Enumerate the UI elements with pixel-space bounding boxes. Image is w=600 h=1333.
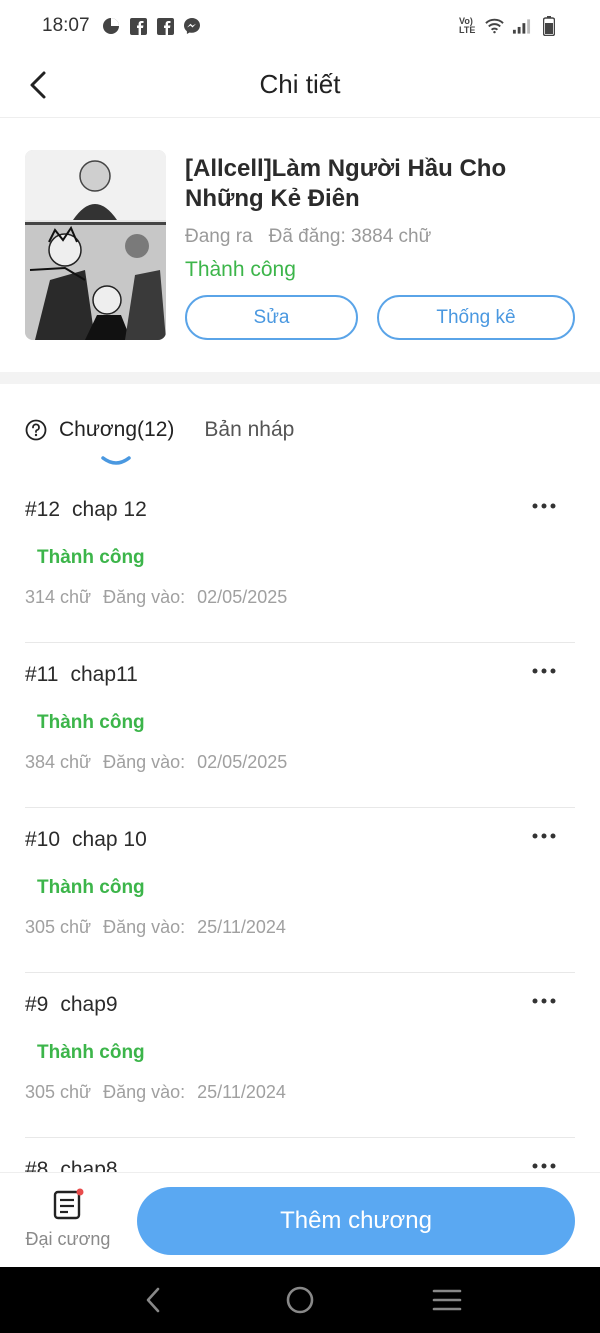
book-info: [Allcell]Làm Người Hầu Cho Những Kẻ Điên…	[25, 150, 577, 342]
signal-icon	[512, 17, 531, 36]
book-word-count: Đã đăng: 3884 chữ	[268, 226, 432, 247]
chapter-posted-label: Đăng vào:	[103, 752, 186, 772]
chapter-name: chap 12	[72, 498, 147, 521]
chapter-words: 305 chữ	[25, 917, 92, 937]
chapter-row[interactable]: #9 chap9 Thành công 305 chữ Đăng vào: 25/11…	[25, 973, 575, 1138]
outline-button[interactable]: Đại cương	[20, 1187, 116, 1257]
bottom-action-bar: Đại cương Thêm chương	[0, 1172, 600, 1267]
book-title: [Allcell]Làm Người Hầu Cho Những Kẻ Điên	[185, 155, 507, 212]
battery-icon	[539, 16, 558, 36]
chapter-row[interactable]: #8 chap8	[25, 1138, 575, 1172]
book-state: Đang ra	[185, 226, 253, 247]
pie-icon	[102, 17, 121, 36]
tab-bar: Chương(12) Bản nháp	[25, 418, 294, 442]
tab-drafts[interactable]: Bản nháp	[204, 418, 294, 442]
chapter-number: #12	[25, 498, 61, 521]
chapter-row[interactable]: #10 chap 10 Thành công 305 chữ Đăng vào: 25…	[25, 808, 575, 973]
chapter-status: Thành công	[37, 712, 145, 733]
page-title: Chi tiết	[259, 69, 341, 99]
tab-chapters-label: Chương(12)	[59, 418, 175, 441]
chapter-status: Thành công	[37, 877, 145, 898]
chapter-row[interactable]: #11 chap11 Thành công 384 chữ Đăng vào: 02/…	[25, 643, 575, 808]
chapter-row[interactable]: #12 chap 12 Thành công 314 chữ Đăng vào: 02…	[25, 478, 575, 643]
app-header: Chi tiết	[0, 52, 600, 118]
chapter-number: #9	[25, 993, 49, 1016]
outline-label: Đại cương	[25, 1229, 111, 1249]
edit-button[interactable]: Sửa	[185, 295, 358, 340]
more-options-button[interactable]	[527, 492, 561, 520]
more-options-button[interactable]	[527, 657, 561, 685]
nav-back-icon	[147, 1287, 160, 1313]
book-meta: Đang ra Đã đăng: 3884 chữ	[185, 226, 431, 248]
chevron-left-icon	[30, 71, 46, 99]
status-notification-icons	[102, 17, 202, 36]
more-horizontal-icon	[532, 998, 556, 1004]
add-chapter-button[interactable]: Thêm chương	[137, 1187, 575, 1255]
question-circle-icon[interactable]	[25, 419, 47, 441]
volte-icon: Vo) LTE	[459, 16, 476, 35]
tab-chapters[interactable]: Chương(12)	[25, 418, 174, 442]
more-options-button[interactable]	[527, 822, 561, 850]
nav-back-button[interactable]	[123, 1275, 183, 1325]
nav-menu-icon	[432, 1289, 461, 1311]
chapter-words: 305 chữ	[25, 1082, 92, 1102]
chapter-number: #10	[25, 828, 61, 851]
chapter-name: chap 10	[72, 828, 147, 851]
chapter-words: 314 chữ	[25, 587, 92, 607]
book-cover-image[interactable]	[25, 150, 166, 340]
status-bar: 18:07 Vo) LTE	[0, 0, 600, 52]
nav-home-button[interactable]	[270, 1275, 330, 1325]
more-horizontal-icon	[532, 503, 556, 509]
status-time: 18:07	[42, 15, 90, 36]
chapter-name: chap11	[70, 663, 138, 686]
nav-home-icon	[286, 1286, 314, 1314]
chapter-name: chap9	[60, 993, 118, 1016]
chapter-status: Thành công	[37, 1042, 145, 1063]
chapter-posted-label: Đăng vào:	[103, 917, 186, 937]
statistics-button[interactable]: Thống kê	[377, 295, 575, 340]
facebook-icon	[129, 17, 148, 36]
chapter-name: chap8	[60, 1158, 118, 1172]
chapter-posted-label: Đăng vào:	[103, 1082, 186, 1102]
chapter-status: Thành công	[37, 547, 145, 568]
book-status: Thành công	[185, 258, 296, 281]
messenger-icon	[183, 17, 202, 36]
chapter-words: 384 chữ	[25, 752, 92, 772]
more-horizontal-icon	[532, 833, 556, 839]
chapter-number: #8	[25, 1158, 49, 1172]
section-divider	[0, 372, 600, 384]
chapter-date: 02/05/2025	[197, 752, 288, 772]
document-icon	[51, 1187, 85, 1221]
system-nav-bar	[0, 1267, 600, 1333]
chapter-posted-label: Đăng vào:	[103, 587, 186, 607]
chapter-date: 25/11/2024	[197, 917, 286, 937]
chapter-date: 02/05/2025	[197, 587, 288, 607]
more-options-button[interactable]	[527, 987, 561, 1015]
more-horizontal-icon	[532, 1163, 556, 1169]
facebook-icon	[156, 17, 175, 36]
more-horizontal-icon	[532, 668, 556, 674]
chapter-date: 25/11/2024	[197, 1082, 286, 1102]
back-button[interactable]	[22, 68, 54, 102]
status-system-icons: Vo) LTE	[459, 16, 558, 36]
more-options-button[interactable]	[527, 1152, 561, 1172]
nav-recents-button[interactable]	[417, 1275, 477, 1325]
wifi-icon	[485, 17, 504, 36]
tab-active-indicator	[101, 456, 131, 465]
chapter-number: #11	[25, 663, 59, 686]
chapter-list: #12 chap 12 Thành công 314 chữ Đăng vào: 02…	[25, 478, 575, 1172]
